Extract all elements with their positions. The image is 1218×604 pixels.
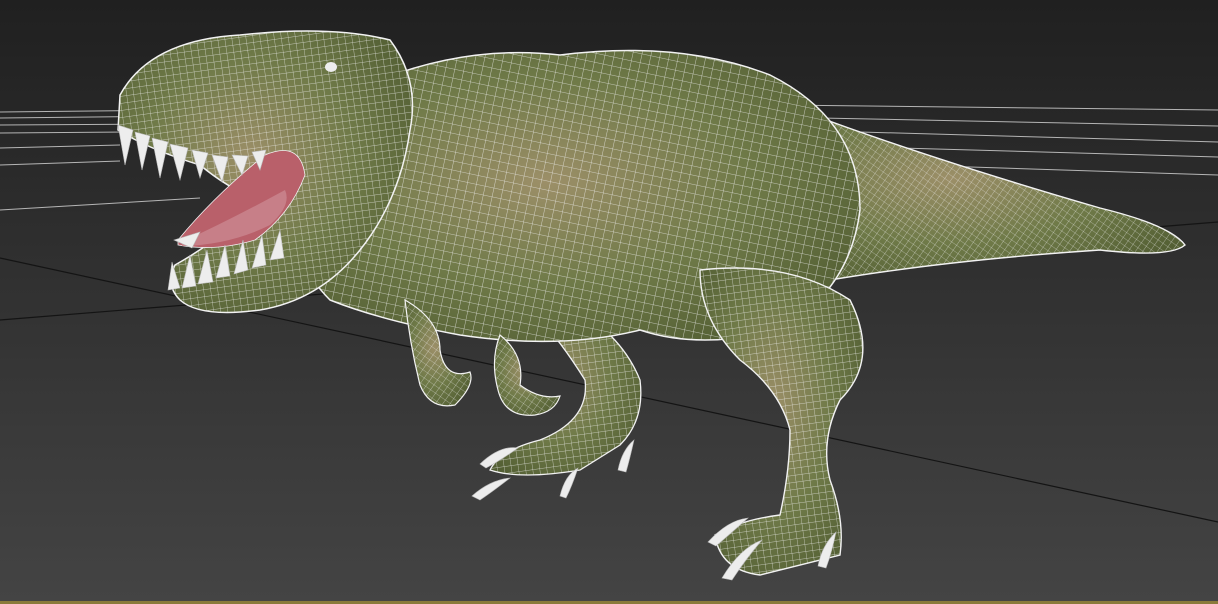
3d-viewport[interactable] (0, 0, 1218, 604)
t-rex-eye (325, 62, 337, 72)
viewport-canvas[interactable] (0, 0, 1218, 604)
